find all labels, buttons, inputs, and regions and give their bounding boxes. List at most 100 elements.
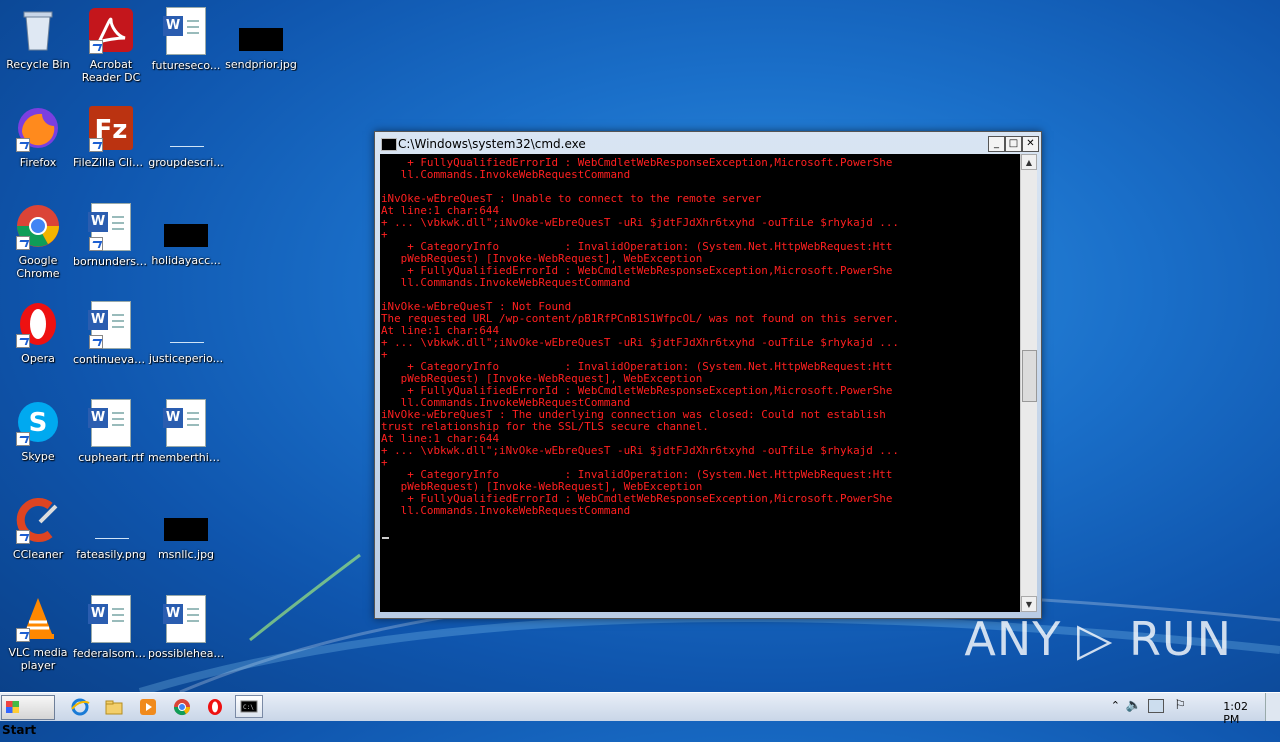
opera-icon	[14, 300, 62, 348]
window-title: C:\Windows\system32\cmd.exe	[398, 137, 586, 151]
desktop-icon-bornunderst[interactable]: W bornunderst...	[73, 202, 149, 268]
desktop-icon-possiblehea[interactable]: W possiblehea...	[148, 594, 224, 660]
icon-label: continuevan...	[73, 353, 149, 366]
tray-expand-icon[interactable]: ⌃	[1111, 699, 1120, 712]
desktop-icon-continuevan[interactable]: W continuevan...	[73, 300, 149, 366]
desktop-icon-holidayacc[interactable]: holidayacc...	[148, 202, 224, 267]
taskbar-clock[interactable]: 1:02 PM	[1223, 700, 1248, 726]
start-button[interactable]: Start	[1, 695, 55, 737]
shortcut-arrow-icon	[16, 628, 30, 642]
shortcut-arrow-icon	[16, 138, 30, 152]
network-icon[interactable]	[1148, 699, 1164, 713]
console-output-area[interactable]: + FullyQualifiedErrorId : WebCmdletWebRe…	[380, 154, 1021, 612]
word-document-icon: W	[87, 301, 135, 349]
desktop-icon-cupheart[interactable]: W cupheart.rtf	[73, 398, 149, 464]
desktop-icon-memberthis[interactable]: W memberthis.rtf	[148, 398, 224, 464]
icon-label: federalsome...	[73, 647, 149, 660]
icon-label: Firefox	[19, 156, 57, 169]
desktop-icon-vlc[interactable]: VLC media player	[0, 594, 76, 672]
shortcut-arrow-icon	[89, 237, 103, 251]
svg-text:S: S	[29, 408, 48, 438]
icon-label: CCleaner	[12, 548, 64, 561]
show-desktop-button[interactable]	[1265, 693, 1280, 721]
icon-label: Skype	[21, 450, 55, 463]
blank-file-icon	[162, 104, 210, 152]
firefox-icon	[14, 104, 62, 152]
desktop-icon-acrobat-reader[interactable]: Acrobat Reader DC	[73, 6, 149, 84]
word-document-icon: W	[87, 203, 135, 251]
vertical-scrollbar[interactable]: ▲ ▼	[1020, 154, 1037, 612]
icon-label: memberthis.rtf	[148, 451, 224, 464]
desktop-icon-groupdescri[interactable]: groupdescri...	[148, 104, 224, 169]
icon-label: Recycle Bin	[6, 58, 70, 71]
taskbar-media-player-icon[interactable]	[138, 697, 158, 717]
image-file-icon	[87, 496, 135, 544]
image-thumbnail-icon	[162, 202, 210, 250]
taskbar-ie-icon[interactable]	[70, 697, 90, 717]
taskbar-cmd-button[interactable]: C:\	[235, 695, 263, 718]
taskbar-opera-icon[interactable]	[205, 697, 225, 717]
shortcut-arrow-icon	[16, 236, 30, 250]
taskbar-chrome-icon[interactable]	[172, 697, 192, 717]
image-thumbnail-icon	[162, 496, 210, 544]
icon-label: sendprior.jpg	[225, 58, 297, 71]
chrome-icon	[14, 202, 62, 250]
word-document-icon: W	[87, 399, 135, 447]
ccleaner-icon	[14, 496, 62, 544]
word-document-icon: W	[162, 399, 210, 447]
shortcut-arrow-icon	[16, 432, 30, 446]
scroll-up-arrow-icon[interactable]: ▲	[1021, 154, 1037, 170]
icon-label: justiceperio...	[148, 352, 224, 365]
icon-label: Opera	[21, 352, 55, 365]
icon-label: Google Chrome	[16, 254, 60, 280]
taskbar-explorer-icon[interactable]	[104, 697, 124, 717]
icon-label: Acrobat Reader DC	[81, 58, 141, 84]
acrobat-icon	[87, 6, 135, 54]
word-document-icon: W	[87, 595, 135, 643]
anyrun-watermark: ANY ▷ RUN	[964, 612, 1232, 666]
skype-icon: S	[14, 398, 62, 446]
taskbar: Start C:\ ⌃ 🔈 ⚐ 1:02 PM	[0, 692, 1280, 737]
desktop-icon-msnllc[interactable]: msnllc.jpg	[148, 496, 224, 561]
desktop-icon-ccleaner[interactable]: CCleaner	[0, 496, 76, 561]
desktop-icon-futureseco[interactable]: W futureseco...	[148, 6, 224, 72]
icon-label: groupdescri...	[148, 156, 224, 169]
desktop-icon-google-chrome[interactable]: Google Chrome	[0, 202, 76, 280]
shortcut-arrow-icon	[89, 40, 103, 54]
word-document-icon: W	[162, 7, 210, 55]
cmd-icon	[381, 138, 397, 151]
cmd-window[interactable]: C:\Windows\system32\cmd.exe _ □ ✕ + Full…	[374, 131, 1042, 619]
shortcut-arrow-icon	[89, 335, 103, 349]
text-cursor	[382, 537, 389, 539]
recycle-bin-icon	[14, 6, 62, 54]
desktop-icon-fateasily[interactable]: fateasily.png	[73, 496, 149, 561]
console-text: + FullyQualifiedErrorId : WebCmdletWebRe…	[381, 156, 899, 517]
desktop-icon-federalsome[interactable]: W federalsome...	[73, 594, 149, 660]
icon-label: FileZilla Client	[73, 156, 149, 169]
desktop-icon-filezilla[interactable]: Fz FileZilla Client	[73, 104, 149, 169]
filezilla-icon: Fz	[87, 104, 135, 152]
window-titlebar[interactable]: C:\Windows\system32\cmd.exe _ □ ✕	[375, 132, 1041, 156]
desktop-icon-skype[interactable]: S Skype	[0, 398, 76, 463]
action-center-flag-icon[interactable]: ⚐	[1174, 698, 1186, 713]
desktop-icon-recycle-bin[interactable]: Recycle Bin	[0, 6, 76, 71]
minimize-button[interactable]: _	[988, 136, 1005, 152]
close-button[interactable]: ✕	[1022, 136, 1039, 152]
volume-icon[interactable]: 🔈	[1126, 698, 1142, 713]
icon-label: msnllc.jpg	[157, 548, 215, 561]
icon-label: bornunderst...	[73, 255, 149, 268]
desktop-icon-opera[interactable]: Opera	[0, 300, 76, 365]
desktop-icon-justiceperio[interactable]: justiceperio...	[148, 300, 224, 365]
vlc-icon	[14, 594, 62, 642]
svg-text:C:\: C:\	[243, 704, 254, 711]
shortcut-arrow-icon	[16, 530, 30, 544]
desktop-icon-firefox[interactable]: Firefox	[0, 104, 76, 169]
blank-file-icon	[162, 300, 210, 348]
icon-label: possiblehea...	[148, 647, 224, 660]
scrollbar-thumb[interactable]	[1022, 350, 1037, 402]
desktop-icon-sendprior[interactable]: sendprior.jpg	[223, 6, 299, 71]
icon-label: VLC media player	[8, 646, 68, 672]
maximize-button[interactable]: □	[1005, 136, 1022, 152]
scroll-down-arrow-icon[interactable]: ▼	[1021, 596, 1037, 612]
image-thumbnail-icon	[237, 6, 285, 54]
